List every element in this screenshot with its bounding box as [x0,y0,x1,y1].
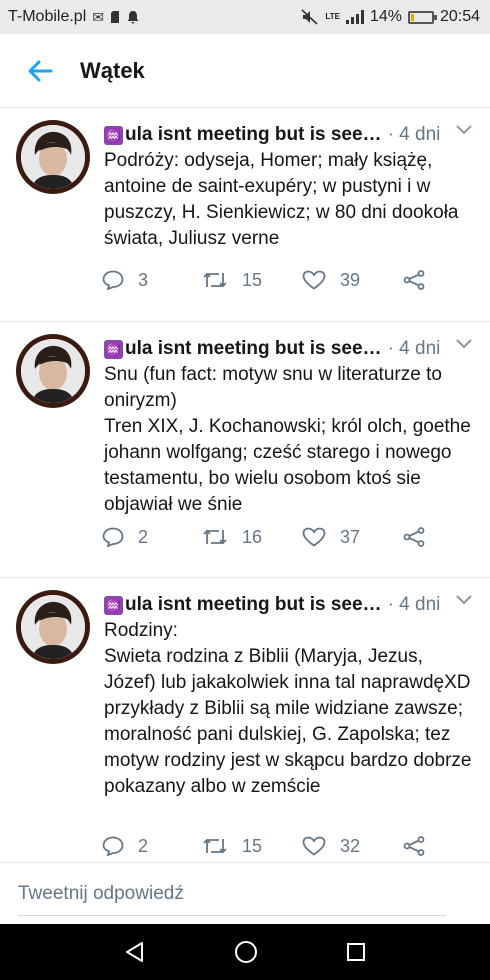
heart-icon [302,527,326,547]
share-button[interactable] [402,270,426,290]
reply-composer[interactable]: Tweetnij odpowiedź [0,862,490,924]
reply-input-underline [18,915,446,916]
avatar[interactable] [16,334,90,408]
tweet[interactable]: ♒ ula isnt meeting but is see… · 4 dni S… [0,322,490,578]
tweet-time: · 4 dni [387,594,441,615]
network-type-label: LTE [325,12,340,21]
tweet-actions: 2 15 32 [102,832,432,860]
clock: 20:54 [439,8,480,25]
like-button[interactable]: 32 [302,836,402,857]
retweet-icon [203,838,227,854]
heart-icon [302,836,326,856]
recents-nav-icon[interactable] [346,942,366,962]
retweet-icon [203,272,227,288]
share-button[interactable] [402,836,426,856]
avatar[interactable] [16,120,90,194]
reply-count: 2 [138,526,149,547]
system-nav-bar [0,924,490,980]
reply-count: 2 [138,835,149,856]
tweet-time: · 4 dni [387,124,441,145]
status-bar: T-Mobile.pl ✉ LTE 14% 20:54 [0,0,490,34]
arrow-left-icon [28,60,53,81]
like-count: 37 [340,526,361,547]
retweet-button[interactable]: 16 [202,527,302,548]
avatar[interactable] [16,590,90,664]
avatar-portrait-icon [21,125,85,189]
tweet-text: Podróży: odyseja, Homer; mały książę, an… [104,150,459,249]
reply-count: 3 [138,269,149,290]
retweet-button[interactable]: 15 [202,270,302,291]
app-header: Wątek [0,34,490,108]
like-count: 39 [340,269,361,290]
avatar-portrait-icon [21,595,85,659]
retweet-count: 16 [242,526,263,547]
signal-icon [345,10,364,24]
mail-icon: ✉ [92,8,104,25]
back-nav-icon[interactable] [124,941,146,963]
reply-button[interactable]: 2 [102,527,202,548]
back-button[interactable] [0,34,80,108]
tweet[interactable]: ♒ ula isnt meeting but is see… · 4 dni R… [0,578,490,862]
chevron-down-icon[interactable] [456,595,472,605]
tweet[interactable]: ♒ ula isnt meeting but is see… · 4 dni P… [0,108,490,322]
sim-icon [110,11,119,23]
share-icon [403,270,425,290]
retweet-button[interactable]: 15 [202,836,302,857]
share-icon [403,527,425,547]
chevron-down-icon[interactable] [456,125,472,135]
author-name[interactable]: ula isnt meeting but is see… [125,338,382,360]
battery-icon [407,10,437,24]
tweet-text: Snu (fun fact: motyw snu w literaturze t… [104,364,471,515]
reply-icon [102,836,124,856]
like-button[interactable]: 37 [302,527,402,548]
aquarius-icon: ♒ [104,595,123,615]
reply-button[interactable]: 3 [102,270,202,291]
chevron-down-icon[interactable] [456,339,472,349]
tweet-text: Rodziny: Swieta rodzina z Biblii (Maryja… [104,620,472,797]
heart-icon [302,270,326,290]
reply-button[interactable]: 2 [102,836,202,857]
share-button[interactable] [402,527,426,547]
home-nav-icon[interactable] [234,940,258,964]
like-count: 32 [340,835,361,856]
retweet-icon [203,529,227,545]
mute-icon [301,9,318,25]
reply-icon [102,527,124,547]
aquarius-icon: ♒ [104,339,123,359]
notification-bell-icon [127,11,139,24]
tweet-time: · 4 dni [387,338,441,359]
page-title: Wątek [80,57,145,83]
share-icon [403,836,425,856]
avatar-portrait-icon [21,339,85,403]
retweet-count: 15 [242,269,263,290]
like-button[interactable]: 39 [302,270,402,291]
battery-percent: 14% [369,8,402,25]
author-name[interactable]: ula isnt meeting but is see… [125,594,382,616]
tweet-actions: 2 16 37 [102,523,432,551]
retweet-count: 15 [242,835,263,856]
carrier-label: T-Mobile.pl [8,8,87,25]
aquarius-icon: ♒ [104,125,123,145]
author-name[interactable]: ula isnt meeting but is see… [125,124,382,146]
tweet-actions: 3 15 39 [102,266,432,294]
reply-icon [102,270,124,290]
reply-input[interactable]: Tweetnij odpowiedź [18,883,184,905]
